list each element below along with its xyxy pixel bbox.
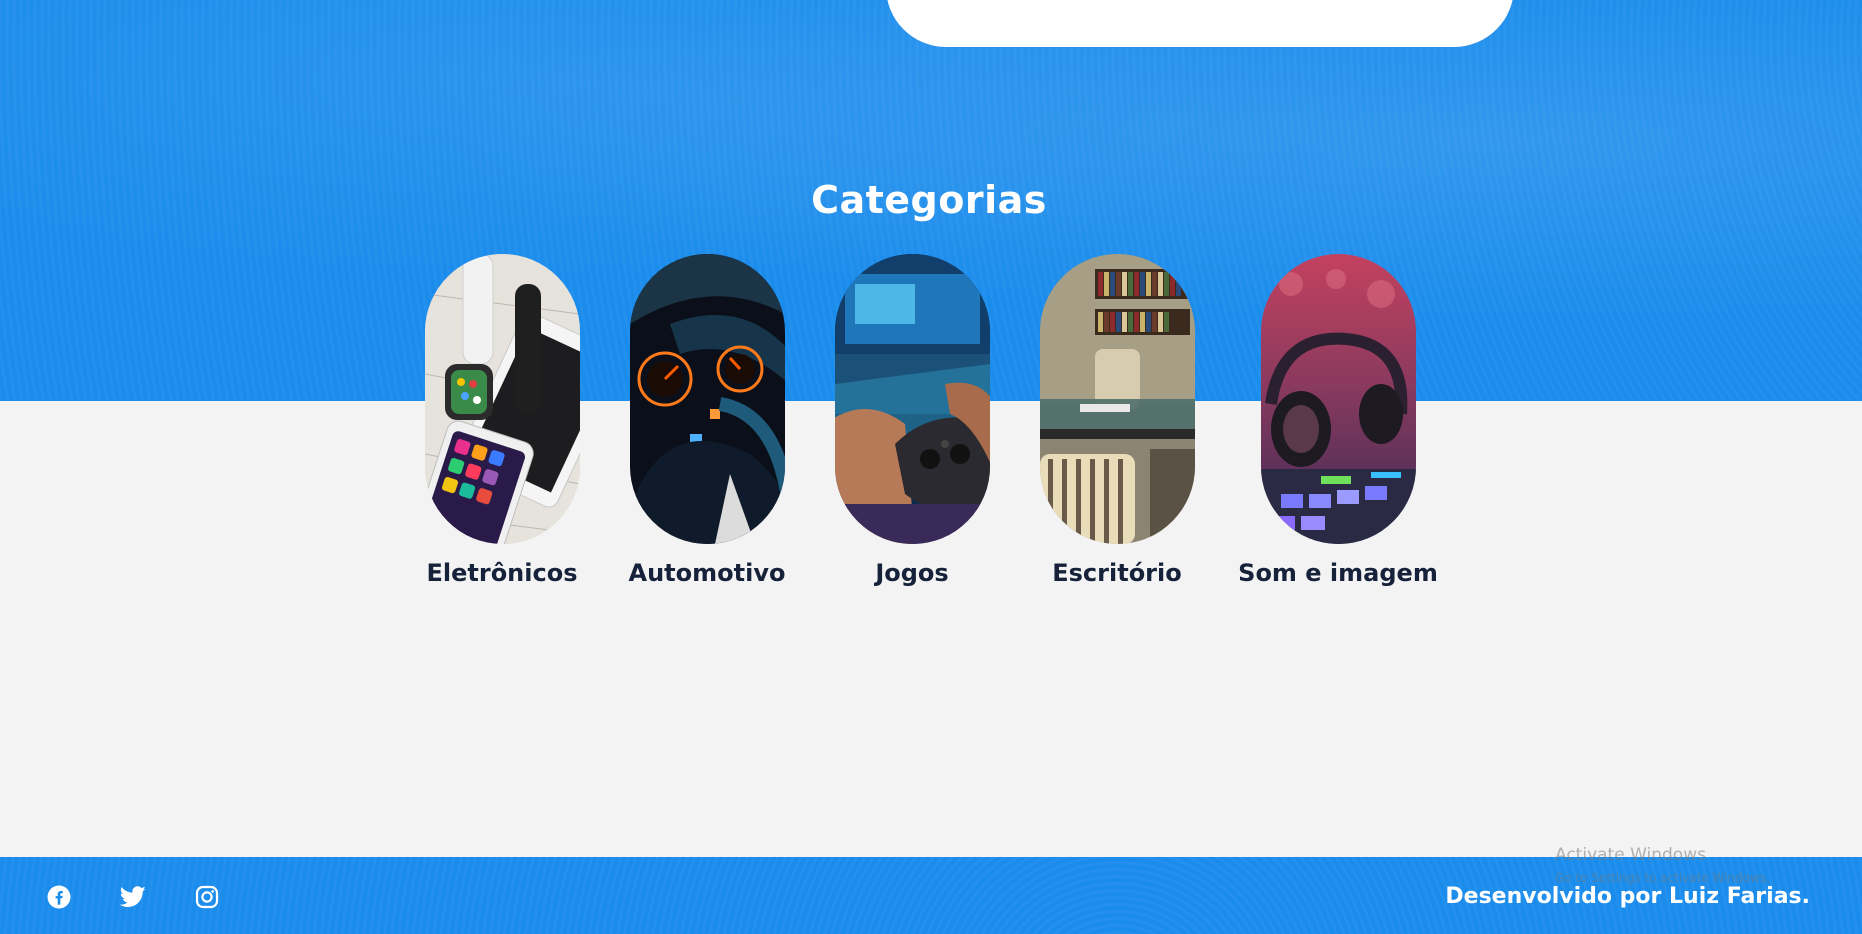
watermark-subtitle: Go to Settings to activate Windows.	[1555, 871, 1770, 885]
category-label-automotivo[interactable]: Automotivo	[587, 559, 827, 587]
hero-card	[886, 0, 1514, 47]
twitter-icon[interactable]	[120, 884, 146, 910]
category-label-eletronicos[interactable]: Eletrônicos	[382, 559, 622, 587]
category-image-som-e-imagem[interactable]	[1260, 254, 1416, 544]
facebook-icon[interactable]	[46, 884, 72, 910]
instagram-icon[interactable]	[194, 884, 220, 910]
category-image-automotivo[interactable]	[629, 254, 785, 544]
category-escritorio[interactable]: Escritório	[1017, 254, 1217, 594]
category-label-som-e-imagem[interactable]: Som e imagem	[1218, 559, 1458, 587]
section-title: Categorias	[811, 178, 1047, 222]
category-jogos[interactable]: Jogos	[812, 254, 1012, 594]
developer-credit: Desenvolvido por Luiz Farias.	[1445, 884, 1810, 909]
watermark-title: Activate Windows	[1555, 845, 1706, 865]
category-label-escritorio[interactable]: Escritório	[997, 559, 1237, 587]
category-automotivo[interactable]: Automotivo	[607, 254, 807, 594]
category-image-eletronicos[interactable]	[424, 254, 580, 544]
windows-activation-watermark: Activate Windows Go to Settings to activ…	[1555, 845, 1770, 885]
category-image-jogos[interactable]	[834, 254, 990, 544]
category-eletronicos[interactable]: Eletrônicos	[402, 254, 602, 594]
category-som-e-imagem[interactable]: Som e imagem	[1238, 254, 1438, 594]
category-label-jogos[interactable]: Jogos	[792, 559, 1032, 587]
category-image-escritorio[interactable]	[1039, 254, 1195, 544]
